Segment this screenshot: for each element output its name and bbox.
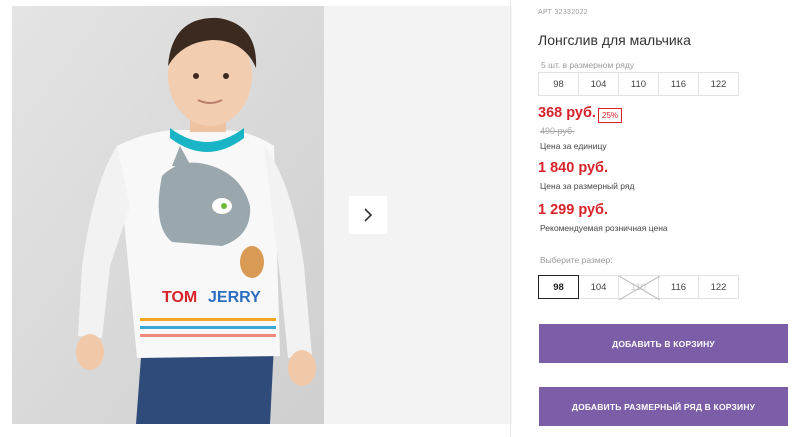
size-row-note: 5 шт. в размерном ряду — [541, 60, 635, 70]
size-select-label: Выберите размер: — [540, 255, 613, 265]
svg-text:JERRY: JERRY — [208, 289, 261, 306]
chevron-right-icon — [364, 208, 373, 222]
column-divider — [510, 0, 511, 437]
unavailable-cross-icon — [619, 276, 660, 300]
add-to-cart-button[interactable]: ДОБАВИТЬ В КОРЗИНУ — [539, 324, 788, 363]
add-size-row-to-cart-button[interactable]: ДОБАВИТЬ РАЗМЕРНЫЙ РЯД В КОРЗИНУ — [539, 387, 788, 426]
size-option-98[interactable]: 98 — [538, 275, 579, 299]
product-photo-image: TOM JERRY — [12, 6, 324, 424]
size-option-122[interactable]: 122 — [698, 275, 739, 299]
size-row-item: 116 — [658, 72, 699, 96]
rrp-price-label: Рекомендуемая розничная цена — [540, 223, 668, 233]
size-row-list: 98 104 110 116 122 — [538, 72, 739, 96]
rrp-price: 1 299 руб. — [538, 202, 609, 218]
product-gallery: TOM JERRY — [12, 6, 512, 424]
row-price: 1 840 руб. — [538, 160, 609, 176]
row-price-label: Цена за размерный ряд — [540, 181, 635, 191]
size-option-104[interactable]: 104 — [578, 275, 619, 299]
size-row-item: 98 — [538, 72, 579, 96]
old-price: 490 руб. — [540, 126, 575, 136]
discount-badge: 25% — [598, 108, 623, 123]
size-row-item: 110 — [618, 72, 659, 96]
tom-and-jerry-logo: TOM — [162, 289, 197, 306]
product-sku: АРТ 32332022 — [538, 9, 588, 16]
size-selector: 98 104 110 116 122 — [538, 275, 739, 300]
size-option-116[interactable]: 116 — [658, 275, 699, 299]
size-option-110: 110 — [618, 275, 660, 300]
product-title: Лонгслив для мальчика — [538, 32, 691, 48]
gallery-next-button[interactable] — [349, 196, 387, 234]
size-row-item: 122 — [698, 72, 739, 96]
unit-price: 368 руб. — [538, 105, 596, 121]
size-row-item: 104 — [578, 72, 619, 96]
product-photo[interactable]: TOM JERRY — [12, 6, 324, 424]
unit-price-label: Цена за единицу — [540, 141, 607, 151]
